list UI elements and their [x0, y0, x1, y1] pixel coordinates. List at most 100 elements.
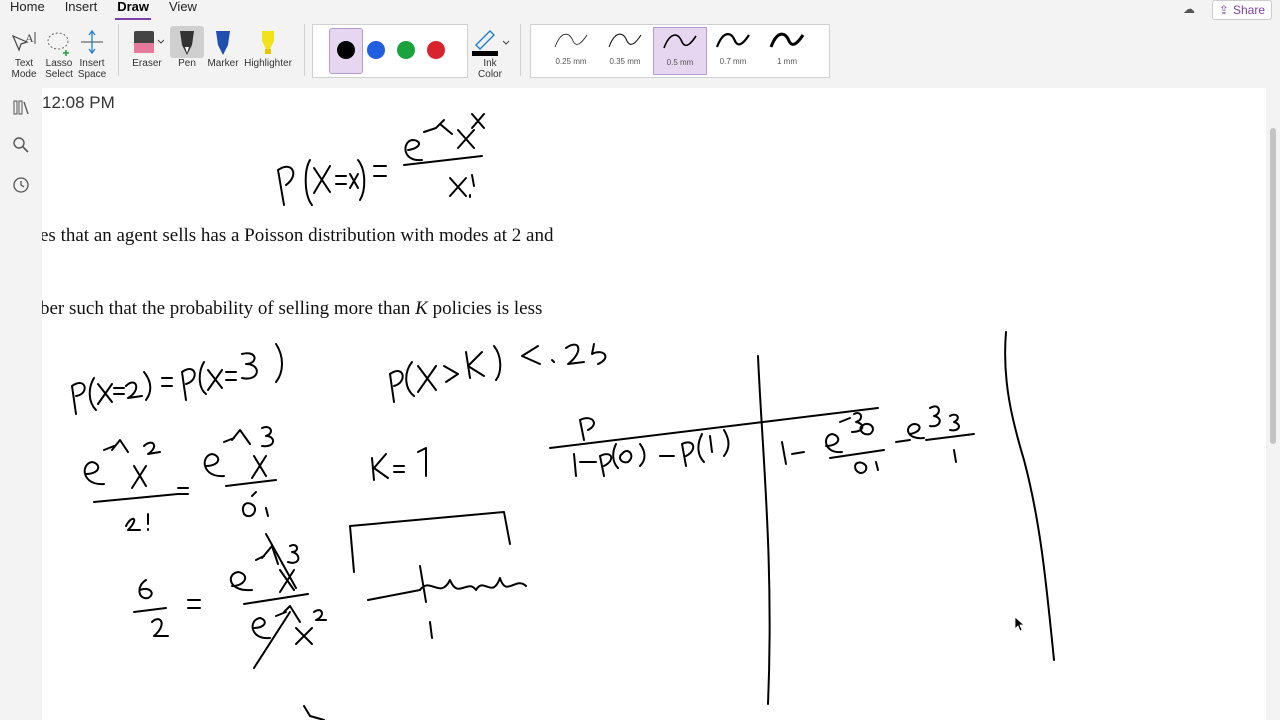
highlighter-label: Highlighter	[244, 58, 292, 69]
ink-stroke	[521, 343, 607, 365]
menu-bar: Home Insert Draw View	[0, 0, 207, 20]
ink-stroke	[449, 174, 475, 198]
ink-stroke	[83, 439, 161, 489]
share-button[interactable]: ⇪ Share	[1211, 0, 1272, 20]
eraser-label: Eraser	[132, 58, 162, 69]
ink-stroke	[187, 599, 201, 609]
ink-stroke	[349, 511, 511, 573]
vertical-scrollbar[interactable]	[1266, 88, 1280, 720]
ink-stroke	[829, 449, 885, 474]
divider	[304, 24, 305, 76]
width-label: 0.35 mm	[609, 57, 641, 66]
ink-stroke	[389, 345, 502, 403]
ink-stroke	[229, 544, 300, 593]
marker-label: Marker	[207, 58, 239, 69]
share-icon: ⇪	[1218, 3, 1229, 17]
color-blue[interactable]	[367, 41, 385, 59]
ink-stroke	[367, 565, 527, 639]
stroke-preview-icon	[554, 33, 588, 48]
ink-stroke	[71, 371, 152, 415]
ink-stroke	[243, 533, 327, 669]
text-cursor-icon: A	[6, 26, 42, 58]
text-mode-button[interactable]: A Text Mode	[6, 26, 42, 80]
tab-insert[interactable]: Insert	[55, 0, 108, 16]
ink-stroke	[423, 113, 485, 149]
lasso-label: Lasso	[45, 58, 73, 69]
width-label: 0.5 mm	[666, 58, 694, 67]
note-page-canvas[interactable]: 12:08 PM es that an agent sells has a Po…	[42, 88, 1266, 720]
mouse-cursor-icon	[1014, 616, 1026, 637]
ink-stroke	[313, 165, 359, 194]
sync-status-icon[interactable]: ☁	[1183, 2, 1195, 16]
ink-stroke	[371, 447, 427, 481]
ink-stroke	[93, 493, 179, 531]
ink-color-button[interactable]: Ink Color	[470, 26, 510, 80]
tab-view[interactable]: View	[159, 0, 207, 16]
width-option-1mm[interactable]: 1 mm	[761, 27, 813, 73]
ink-color-label: Ink	[483, 58, 497, 69]
stroke-preview-icon	[608, 33, 642, 48]
eraser-button[interactable]: Eraser	[128, 26, 166, 69]
ink-stroke	[304, 159, 313, 206]
insert-space-label: Insert	[79, 58, 105, 69]
color-black[interactable]	[337, 41, 355, 59]
insert-space-button[interactable]: Insert Space	[76, 26, 108, 80]
ink-stroke	[161, 343, 283, 401]
scrollbar-thumb[interactable]	[1270, 128, 1276, 444]
divider	[118, 24, 119, 76]
eraser-icon	[128, 26, 166, 58]
svg-text:A: A	[25, 31, 34, 45]
highlighter-button[interactable]: Highlighter	[242, 26, 294, 69]
ink-stroke	[781, 412, 874, 465]
notebooks-icon[interactable]	[12, 98, 30, 116]
ink-stroke	[177, 487, 189, 495]
ink-stroke	[573, 429, 730, 477]
pen-color-palette	[312, 24, 468, 78]
handwritten-ink-layer	[71, 113, 1055, 720]
highlighter-icon	[242, 26, 294, 58]
color-red[interactable]	[427, 41, 445, 59]
ink-color-label-2: Color	[478, 69, 502, 80]
pen-icon	[170, 26, 204, 58]
stroke-preview-icon	[663, 34, 697, 49]
lasso-select-button[interactable]: Lasso Select	[42, 26, 76, 80]
insert-space-icon	[76, 26, 108, 58]
left-sidebar	[0, 88, 42, 720]
tab-home[interactable]: Home	[0, 0, 55, 16]
ink-color-icon	[470, 26, 510, 58]
ink-stroke	[203, 426, 274, 479]
ink-stroke	[133, 579, 169, 637]
stroke-preview-icon	[715, 33, 750, 48]
lasso-icon	[42, 26, 76, 58]
insert-space-label-2: Space	[77, 69, 107, 80]
marker-button[interactable]: Marker	[206, 26, 240, 69]
marker-icon	[206, 26, 240, 58]
stroke-preview-icon	[769, 32, 805, 48]
ink-stroke	[757, 355, 771, 705]
ink-stroke	[1004, 331, 1055, 661]
share-label: Share	[1232, 3, 1265, 17]
tab-draw[interactable]: Draw	[107, 0, 159, 20]
color-green[interactable]	[397, 41, 415, 59]
width-option-0-25mm[interactable]: 0.25 mm	[545, 27, 597, 73]
ink-stroke	[404, 139, 423, 162]
ink-stroke	[303, 705, 325, 720]
pen-button[interactable]: Pen	[170, 26, 204, 69]
width-option-0-7mm[interactable]: 0.7 mm	[707, 27, 759, 73]
width-label: 0.25 mm	[555, 57, 587, 66]
width-label: 1 mm	[777, 57, 797, 66]
ink-stroke	[225, 479, 277, 518]
pen-label: Pen	[178, 58, 196, 69]
ink-stroke	[895, 405, 975, 463]
recent-history-icon[interactable]	[12, 176, 30, 194]
ink-stroke	[277, 165, 295, 206]
search-icon[interactable]	[12, 136, 30, 154]
text-mode-label: Text	[14, 58, 34, 69]
ink-stroke	[549, 407, 879, 449]
width-label: 0.7 mm	[719, 57, 747, 66]
ink-stroke	[373, 165, 387, 177]
text-mode-label-2: Mode	[11, 69, 37, 80]
width-option-0-5mm[interactable]: 0.5 mm	[653, 27, 707, 75]
width-option-0-35mm[interactable]: 0.35 mm	[599, 27, 651, 73]
ribbon: Home Insert Draw View ☁ ⇪ Share A Text M…	[0, 0, 1280, 89]
